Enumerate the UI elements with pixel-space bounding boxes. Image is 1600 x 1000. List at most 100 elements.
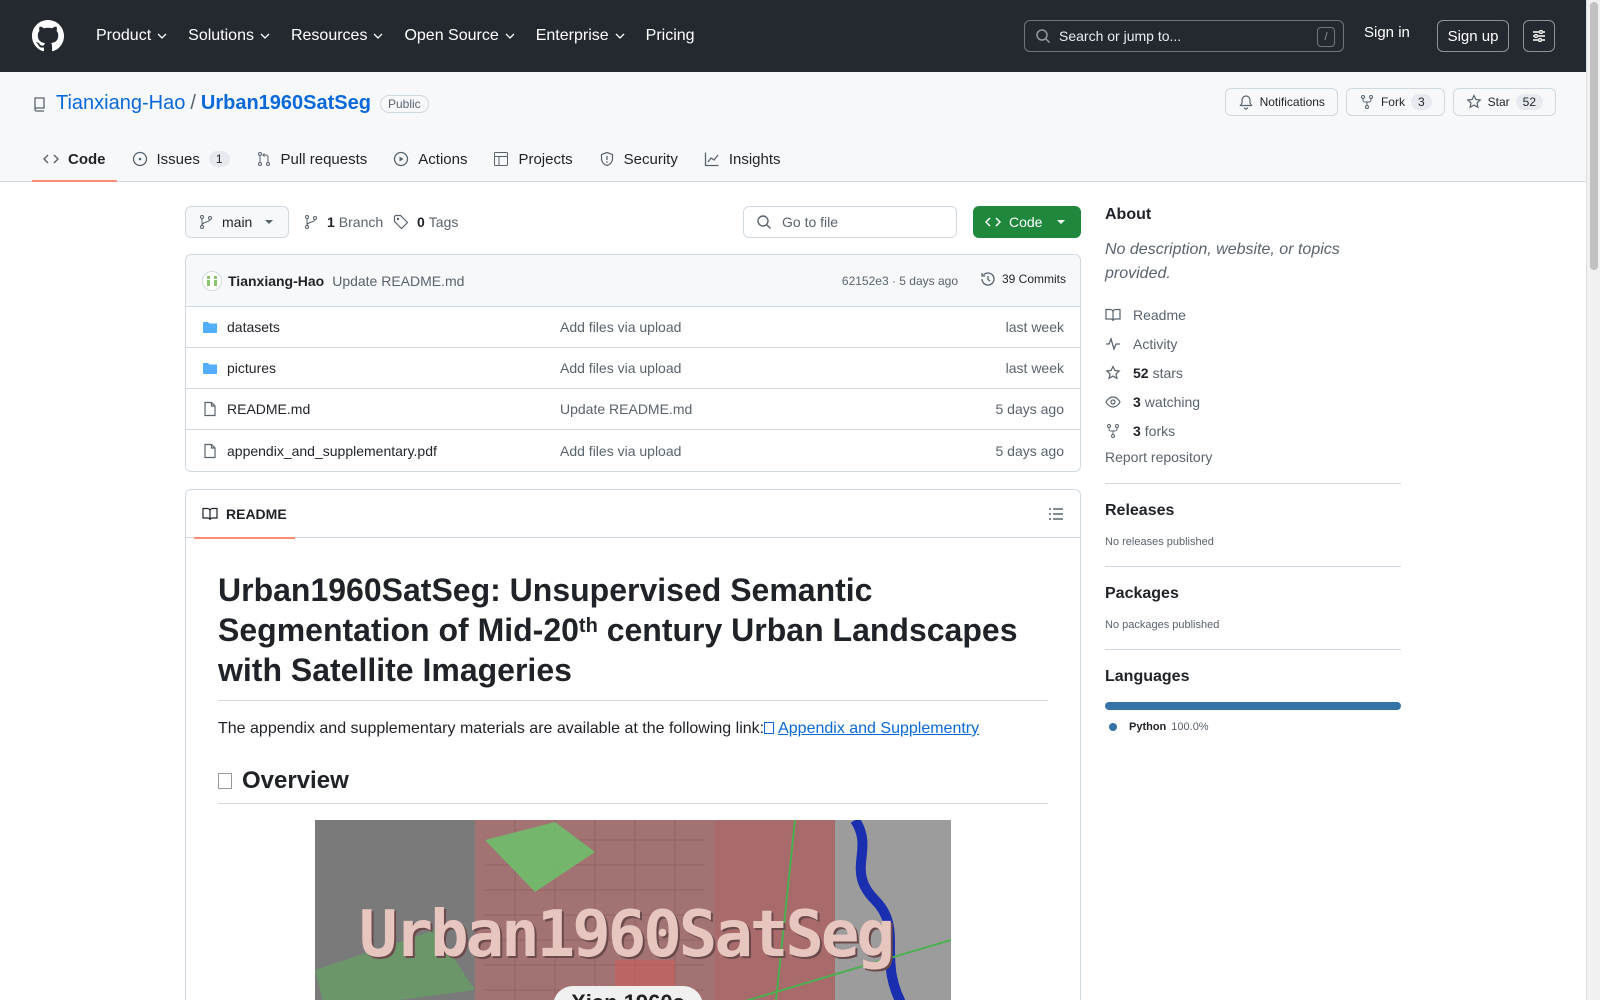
about-description: No description, website, or topics provi… (1105, 241, 1340, 282)
history-icon (981, 272, 995, 286)
list-unordered-icon[interactable] (1048, 506, 1064, 522)
tab-actions[interactable]: Actions (382, 136, 478, 182)
caret-down-icon (265, 220, 274, 224)
search-icon (757, 215, 771, 229)
branches-link[interactable]: 1 Branch (303, 214, 383, 230)
commit-author-link[interactable]: Tianxiang-Hao (228, 273, 324, 289)
file-commit-message[interactable]: Add files via upload (560, 443, 681, 459)
table-row: appendix_and_supplementary.pdf Add files… (186, 430, 1080, 471)
notifications-button[interactable]: Notifications (1224, 88, 1338, 116)
code-dropdown-button[interactable]: Code (973, 206, 1081, 238)
file-date: last week (1005, 360, 1064, 376)
commits-history-link[interactable]: 39 Commits (980, 271, 1066, 287)
file-commit-message[interactable]: Add files via upload (560, 319, 681, 335)
activity-link[interactable]: Activity (1105, 329, 1401, 358)
about-list: Readme Activity 52 stars 3 watching 3 forks (1105, 300, 1401, 445)
play-circle-icon (394, 151, 409, 167)
repo-title: Tianxiang-Hao / Urban1960SatSeg Public (32, 92, 429, 115)
global-search-input[interactable]: Search or jump to... / (1024, 20, 1344, 52)
packages-heading[interactable]: Packages (1105, 585, 1401, 603)
sign-up-button[interactable]: Sign up (1437, 20, 1509, 52)
tab-insights[interactable]: Insights (693, 136, 792, 182)
readme-header: README (186, 490, 1080, 539)
file-name-link[interactable]: README.md (227, 401, 310, 417)
nav-pricing[interactable]: Pricing (636, 18, 705, 54)
page-scrollbar[interactable] (1586, 0, 1600, 1000)
emoji-placeholder-icon (218, 773, 232, 789)
file-icon (204, 401, 216, 417)
code-icon (43, 154, 59, 164)
file-name-link[interactable]: appendix_and_supplementary.pdf (227, 443, 437, 459)
table-row: pictures Add files via upload last week (186, 348, 1080, 389)
search-icon (1036, 29, 1051, 44)
repo-header: Tianxiang-Hao / Urban1960SatSeg Public N… (0, 72, 1586, 182)
file-commit-message[interactable]: Update README.md (560, 401, 692, 417)
sliders-icon (1533, 30, 1545, 42)
nav-resources[interactable]: Resources (281, 18, 394, 54)
repo-owner-link[interactable]: Tianxiang-Hao (56, 92, 185, 115)
tab-code[interactable]: Code (32, 136, 117, 182)
visibility-badge: Public (379, 94, 429, 113)
file-commit-message[interactable]: Add files via upload (560, 360, 681, 376)
language-item[interactable]: Python 100.0% (1105, 721, 1401, 733)
issue-icon (132, 151, 147, 167)
nav-enterprise[interactable]: Enterprise (526, 18, 636, 54)
book-icon (202, 507, 218, 521)
report-repository-link[interactable]: Report repository (1105, 449, 1401, 465)
repo-icon (34, 96, 45, 112)
file-icon (204, 443, 216, 458)
main-content: main 1 Branch 0 Tags Go to file Code Tia… (185, 206, 1081, 1000)
releases-heading[interactable]: Releases (1105, 502, 1401, 520)
file-date: 5 days ago (995, 442, 1065, 459)
git-branch-icon (305, 215, 317, 229)
tab-projects[interactable]: Projects (482, 136, 583, 182)
shield-icon (600, 151, 613, 167)
languages-section: Languages Python 100.0% (1105, 649, 1401, 733)
watchers-link[interactable]: 3 watching (1105, 387, 1401, 416)
bell-icon (1239, 95, 1253, 110)
file-name-link[interactable]: datasets (227, 319, 280, 335)
tab-pull-requests[interactable]: Pull requests (245, 136, 379, 182)
sign-in-link[interactable]: Sign in (1364, 24, 1410, 41)
star-button[interactable]: Star 52 (1452, 88, 1556, 116)
readme-title: Urban1960SatSeg: Unsupervised Semantic S… (218, 570, 1048, 701)
releases-section: Releases No releases published (1105, 483, 1401, 548)
fork-button[interactable]: Fork 3 (1345, 88, 1445, 116)
repo-name-link[interactable]: Urban1960SatSeg (201, 92, 371, 115)
forks-link[interactable]: 3 forks (1105, 416, 1401, 445)
github-logo-icon[interactable] (32, 20, 64, 52)
overview-heading: Overview (218, 767, 1048, 804)
readme-panel: README Urban1960SatSeg: Unsupervised Sem… (185, 489, 1081, 1000)
commit-message-link[interactable]: Update README.md (332, 273, 464, 289)
chevron-down-icon (373, 33, 383, 39)
file-name-link[interactable]: pictures (227, 360, 276, 376)
branch-selector[interactable]: main (185, 206, 289, 238)
tab-security[interactable]: Security (588, 136, 689, 182)
readme-tab[interactable]: README (194, 490, 295, 539)
languages-heading: Languages (1105, 668, 1190, 685)
chevron-down-icon (505, 33, 515, 39)
caret-down-icon (1057, 220, 1066, 224)
about-sidebar: About No description, website, or topics… (1105, 206, 1401, 733)
nav-product[interactable]: Product (86, 18, 178, 54)
sliders-menu-button[interactable] (1523, 20, 1555, 52)
readme-link[interactable]: Readme (1105, 300, 1401, 329)
appendix-link[interactable]: Appendix and Supplementry (764, 720, 979, 737)
nav-solutions[interactable]: Solutions (178, 18, 281, 54)
chevron-down-icon (615, 33, 625, 39)
avatar[interactable] (202, 270, 222, 291)
stars-link[interactable]: 52 stars (1105, 358, 1401, 387)
about-heading: About (1105, 206, 1152, 223)
fork-icon (1107, 423, 1119, 438)
language-bar (1105, 702, 1401, 710)
table-row: README.md Update README.md 5 days ago (186, 389, 1080, 430)
scrollbar-thumb[interactable] (1590, 2, 1598, 270)
go-to-file-input[interactable]: Go to file (743, 206, 957, 238)
nav-open-source[interactable]: Open Source (394, 18, 525, 54)
tags-link[interactable]: 0 Tags (393, 214, 458, 230)
star-icon (1105, 364, 1121, 379)
commit-meta[interactable]: 62152e3 · 5 days ago (842, 274, 958, 288)
repo-actions: Notifications Fork 3 Star 52 (1224, 88, 1556, 116)
tab-issues[interactable]: Issues 1 (121, 136, 241, 182)
readme-body: Urban1960SatSeg: Unsupervised Semantic S… (186, 538, 1080, 1000)
